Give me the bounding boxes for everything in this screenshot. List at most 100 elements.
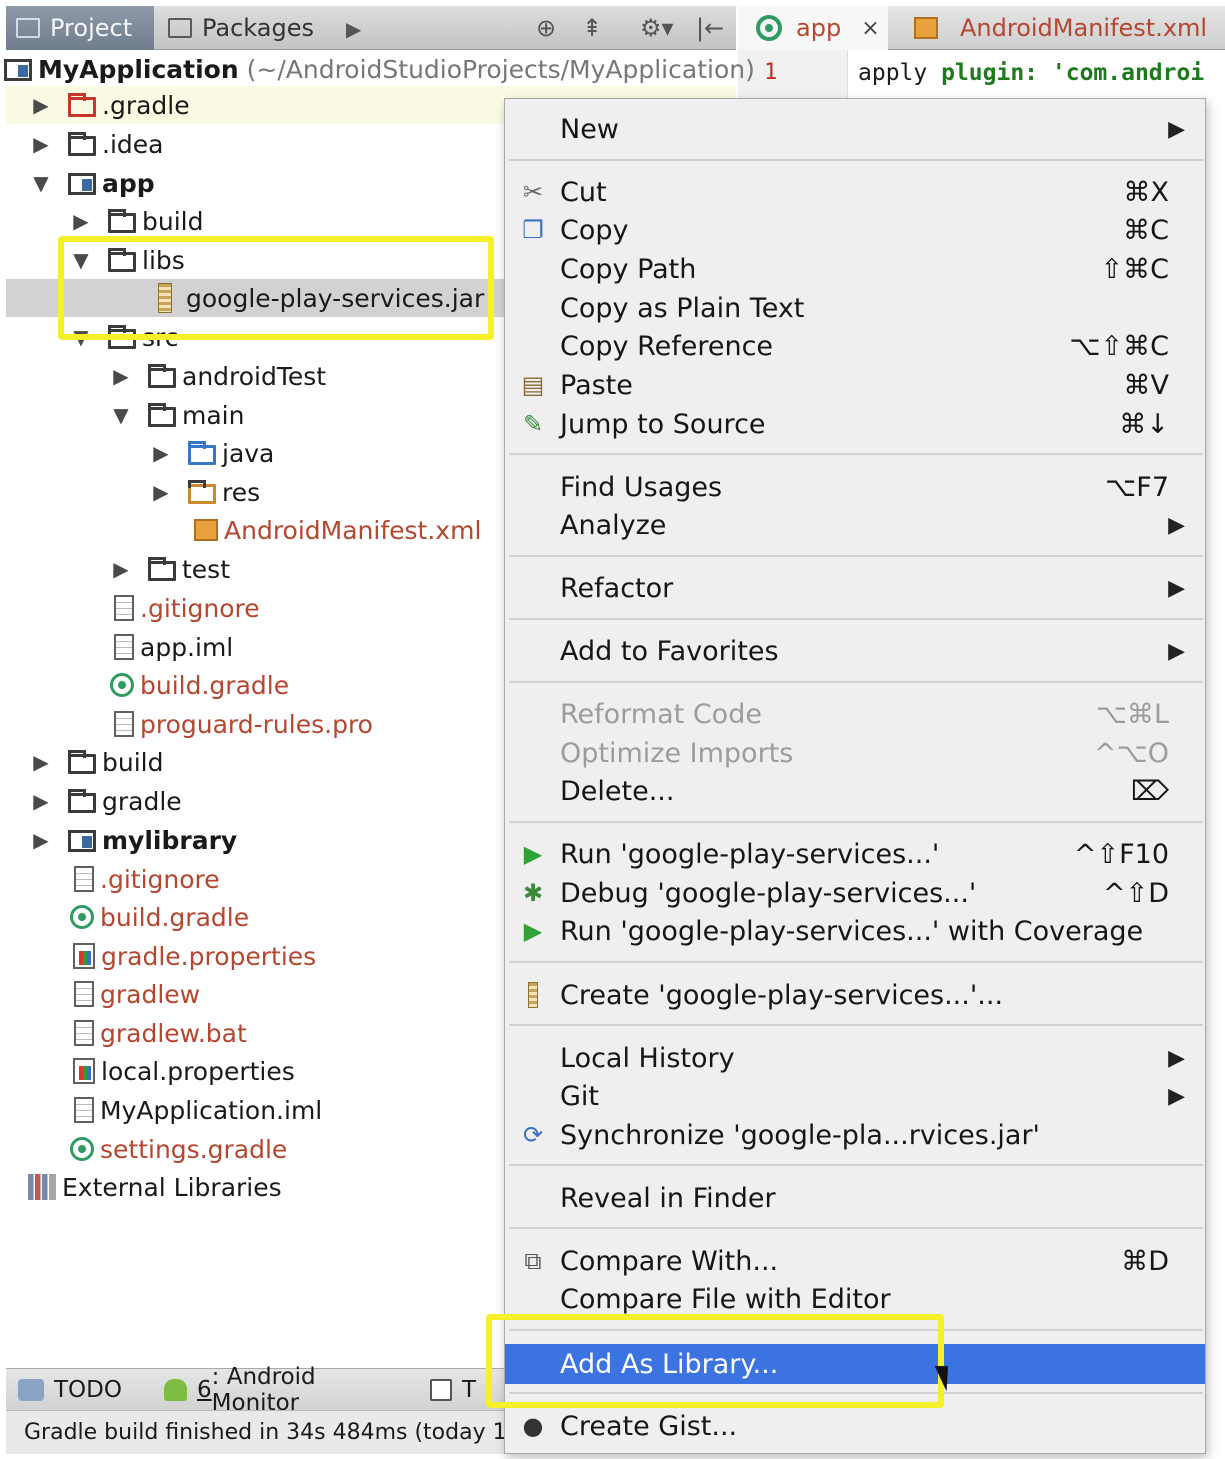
android-icon <box>163 1378 188 1401</box>
menu-item-add-as-library[interactable]: Add As Library... <box>505 1344 1205 1384</box>
menu-item-analyze[interactable]: Analyze ▶ <box>505 506 1205 544</box>
todo-tool-button[interactable]: TODO <box>18 1377 122 1403</box>
tree-item-label: .gradle <box>102 90 190 120</box>
menu-item-paste[interactable]: ▤ Paste ⌘V <box>505 366 1205 404</box>
expand-arrow-icon[interactable]: ▶ <box>68 209 94 233</box>
tab-app-label: app <box>796 14 842 42</box>
iml-file-icon <box>114 634 134 660</box>
properties-file-icon <box>73 1058 95 1084</box>
module-icon <box>68 173 96 195</box>
menu-item-new[interactable]: New ▶ <box>505 110 1205 148</box>
tree-item-label: mylibrary <box>102 825 238 855</box>
expand-arrow-icon[interactable]: ▶ <box>108 557 134 581</box>
code-line[interactable]: apply plugin: 'com.androi <box>858 60 1204 86</box>
submenu-arrow-icon: ▶ <box>1168 116 1185 142</box>
expand-arrow-icon[interactable]: ▶ <box>108 364 134 388</box>
menu-separator <box>509 1164 1203 1166</box>
folder-icon <box>68 93 96 117</box>
android-monitor-tool-button[interactable]: 6: Android Monitor <box>163 1364 388 1416</box>
menu-item-refactor[interactable]: Refactor ▶ <box>505 569 1205 607</box>
tree-item-label: .idea <box>102 129 164 159</box>
project-toolbar: Project Packages ▶ ⊕ ⇞ ⚙▾ |← <box>6 6 736 50</box>
tool-window-bar: TODO 6: Android Monitor T <box>6 1364 506 1416</box>
menu-item-run-with-coverage[interactable]: ▶ Run 'google-play-services...' with Cov… <box>505 912 1205 950</box>
menu-item-copy-reference[interactable]: Copy Reference ⌥⇧⌘C <box>505 327 1205 365</box>
menu-item-reveal-in-finder[interactable]: Reveal in Finder <box>505 1179 1205 1217</box>
menu-item-copy[interactable]: ❐ Copy ⌘C <box>505 211 1205 249</box>
menu-separator <box>509 821 1203 823</box>
menu-item-compare-file-with-editor[interactable]: Compare File with Editor <box>505 1280 1205 1318</box>
packages-view-icon <box>168 18 192 38</box>
menu-item-synchronize[interactable]: ⟳ Synchronize 'google-pla...rvices.jar' <box>505 1116 1205 1154</box>
tree-item-label: src <box>142 322 179 352</box>
close-icon[interactable]: × <box>861 16 879 41</box>
submenu-arrow-icon: ▶ <box>1168 638 1185 664</box>
code-keyword: plugin: <box>941 60 1039 86</box>
expand-arrow-icon[interactable]: ▶ <box>28 789 54 813</box>
debug-icon: ✱ <box>522 879 544 907</box>
menu-item-copy-path[interactable]: Copy Path ⇧⌘C <box>505 250 1205 288</box>
text-file-icon <box>114 711 134 737</box>
menu-item-git[interactable]: Git ▶ <box>505 1077 1205 1115</box>
tab-app-build-gradle[interactable]: app × <box>738 6 888 50</box>
more-views-icon[interactable]: ▶ <box>346 17 361 41</box>
terminal-tool-button[interactable]: T <box>429 1377 476 1403</box>
menu-separator <box>509 453 1203 455</box>
tab-project-label: Project <box>50 14 133 42</box>
gradle-icon <box>70 1137 94 1161</box>
tab-project[interactable]: Project <box>6 6 154 50</box>
collapse-arrow-icon[interactable]: ▼ <box>68 325 94 349</box>
hide-panel-icon[interactable]: |← <box>696 14 724 42</box>
menu-separator <box>509 1227 1203 1229</box>
tree-item-label: google-play-services.jar <box>186 283 485 313</box>
collapse-arrow-icon[interactable]: ▼ <box>28 171 54 195</box>
menu-item-add-to-favorites[interactable]: Add to Favorites ▶ <box>505 632 1205 670</box>
tab-packages[interactable]: Packages <box>158 6 328 50</box>
iml-file-icon <box>74 1097 94 1123</box>
expand-arrow-icon[interactable]: ▶ <box>28 132 54 156</box>
menu-item-compare-with[interactable]: ⧉ Compare With... ⌘D <box>505 1242 1205 1280</box>
collapse-all-icon[interactable]: ⇞ <box>582 14 602 42</box>
tree-item-label: .gitignore <box>100 864 220 894</box>
menu-item-cut[interactable]: ✂ Cut ⌘X <box>505 173 1205 211</box>
run-icon: ▶ <box>523 840 543 868</box>
tab-android-manifest[interactable]: AndroidManifest.xml <box>894 6 1225 50</box>
expand-arrow-icon[interactable]: ▶ <box>28 828 54 852</box>
menu-item-create-run-config[interactable]: Create 'google-play-services...'... <box>505 976 1205 1014</box>
expand-arrow-icon[interactable]: ▶ <box>28 93 54 117</box>
menu-item-delete[interactable]: Delete... ⌦ <box>505 772 1205 810</box>
menu-item-copy-plain-text[interactable]: Copy as Plain Text <box>505 289 1205 327</box>
text-file-icon <box>74 866 94 892</box>
tree-item-label: libs <box>142 245 185 275</box>
folder-icon <box>68 789 96 813</box>
collapse-arrow-icon[interactable]: ▼ <box>68 248 94 272</box>
tab-packages-label: Packages <box>202 14 314 42</box>
expand-arrow-icon[interactable]: ▶ <box>148 480 174 504</box>
scroll-from-source-icon[interactable]: ⊕ <box>536 14 556 42</box>
menu-item-jump-to-source[interactable]: ✎ Jump to Source ⌘↓ <box>505 405 1205 443</box>
tree-item-label: gradlew <box>100 979 201 1009</box>
sync-icon: ⟳ <box>522 1121 544 1149</box>
menu-item-create-gist[interactable]: ● Create Gist... <box>505 1407 1205 1445</box>
coverage-icon: ▶ <box>523 917 543 945</box>
status-bar: Gradle build finished in 34s 484ms (toda… <box>6 1410 506 1454</box>
menu-item-run[interactable]: ▶ Run 'google-play-services...' ^⇧F10 <box>505 835 1205 873</box>
github-icon: ● <box>522 1412 544 1440</box>
tree-item-label: app <box>102 168 155 198</box>
menu-item-local-history[interactable]: Local History ▶ <box>505 1039 1205 1077</box>
text-file-icon <box>74 1020 94 1046</box>
code-string: 'com.androi <box>1038 60 1205 86</box>
folder-icon <box>148 403 176 427</box>
resource-folder-icon <box>188 480 216 504</box>
menu-item-find-usages[interactable]: Find Usages ⌥F7 <box>505 468 1205 506</box>
menu-item-debug[interactable]: ✱ Debug 'google-play-services...' ^⇧D <box>505 874 1205 912</box>
tree-item-label: MyApplication.iml <box>100 1095 323 1125</box>
folder-icon <box>108 248 136 272</box>
expand-arrow-icon[interactable]: ▶ <box>148 441 174 465</box>
tree-root[interactable]: MyApplication (~/AndroidStudioProjects/M… <box>4 50 755 88</box>
expand-arrow-icon[interactable]: ▶ <box>28 750 54 774</box>
gear-icon[interactable]: ⚙▾ <box>640 14 674 42</box>
gradle-icon <box>70 905 94 929</box>
collapse-arrow-icon[interactable]: ▼ <box>108 403 134 427</box>
jump-to-source-icon: ✎ <box>522 410 544 438</box>
